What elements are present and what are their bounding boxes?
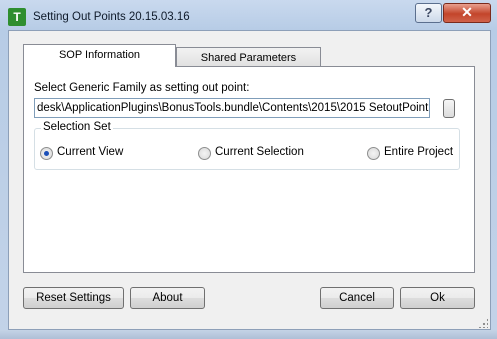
family-label: Select Generic Family as setting out poi… [34, 82, 250, 94]
about-button[interactable]: About [130, 287, 205, 309]
title-bar[interactable]: T Setting Out Points 20.15.03.16 ? ✕ [0, 0, 497, 30]
tab-shared-parameters[interactable]: Shared Parameters [176, 47, 321, 67]
help-button[interactable]: ? [415, 3, 442, 23]
radio-label: Current Selection [215, 146, 304, 158]
reset-settings-button[interactable]: Reset Settings [23, 287, 124, 309]
tc-logo-icon: T [8, 8, 26, 26]
family-path-input[interactable]: desk\ApplicationPlugins\BonusTools.bundl… [34, 98, 430, 118]
dialog-client-area: SOP Information Shared Parameters Select… [8, 30, 491, 330]
radio-label: Current View [57, 146, 124, 158]
cancel-button[interactable]: Cancel [320, 287, 394, 309]
radio-button-icon[interactable] [40, 147, 53, 160]
radio-label: Entire Project [384, 146, 454, 158]
dialog-window: T Setting Out Points 20.15.03.16 ? ✕ SOP… [0, 0, 497, 339]
window-bottom-edge [0, 330, 497, 339]
selection-set-group: Selection Set Current View Current Selec… [34, 121, 460, 170]
ok-button[interactable]: Ok [400, 287, 475, 309]
browse-button[interactable] [443, 99, 455, 118]
close-button[interactable]: ✕ [443, 3, 491, 23]
tab-panel-sop-information: Select Generic Family as setting out poi… [23, 66, 475, 273]
tab-sop-information[interactable]: SOP Information [23, 44, 176, 67]
selection-set-title: Selection Set [41, 121, 113, 133]
window-title: Setting Out Points 20.15.03.16 [33, 11, 190, 23]
radio-button-icon[interactable] [198, 147, 211, 160]
radio-button-icon[interactable] [367, 147, 380, 160]
